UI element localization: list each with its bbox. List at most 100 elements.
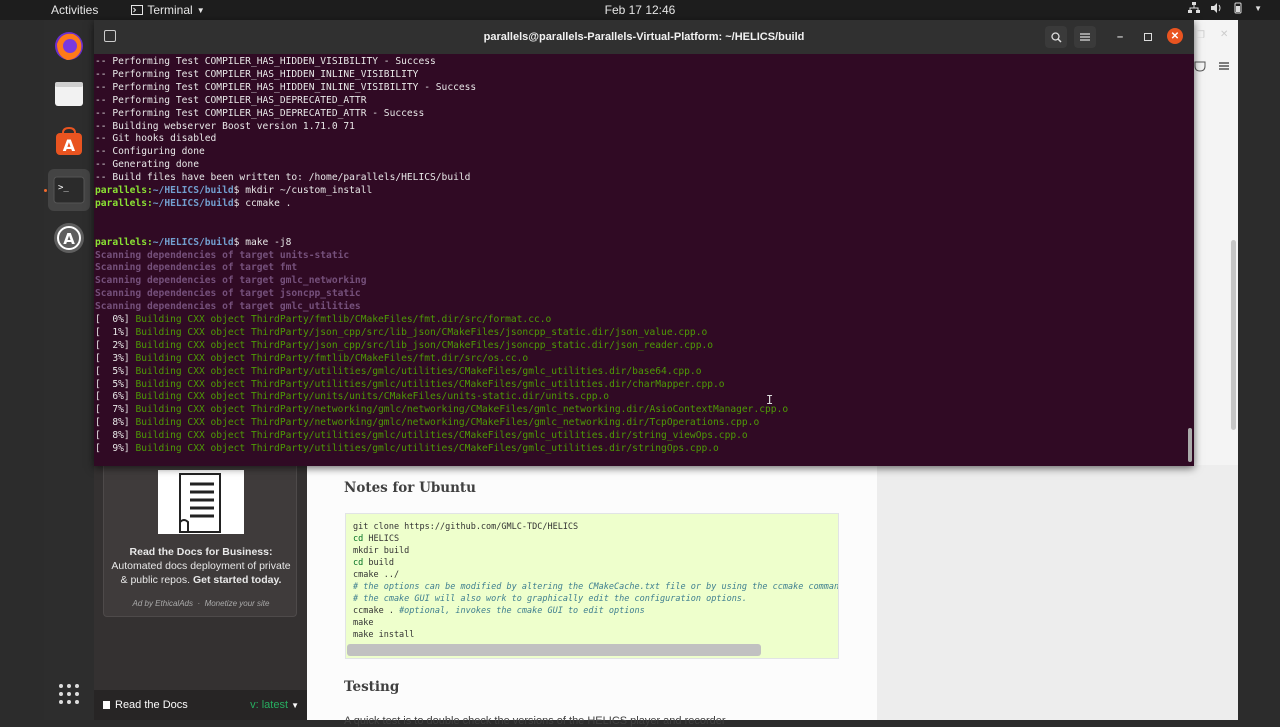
output-text: -- Generating done	[95, 159, 199, 171]
terminal-launcher[interactable]: >_	[44, 169, 90, 211]
activities-button[interactable]: Activities	[51, 3, 98, 17]
ad-cta[interactable]: Get started today.	[193, 574, 282, 586]
build-percent: [ 0%]	[95, 314, 136, 325]
terminal-icon: >_	[53, 176, 85, 204]
terminal-output[interactable]: -- Performing Test COMPILER_HAS_HIDDEN_V…	[95, 54, 1185, 464]
terminal-line: -- Performing Test COMPILER_HAS_DEPRECAT…	[95, 94, 366, 107]
prompt-path: ~/HELICS/build	[152, 185, 234, 196]
app-menu[interactable]: Terminal ▼	[131, 3, 205, 17]
firefox-launcher[interactable]	[48, 25, 90, 67]
terminal-scrollbar[interactable]	[1188, 428, 1192, 462]
build-line: [ 5%] Building CXX object ThirdParty/uti…	[95, 365, 701, 378]
prompt-user: parallels:	[95, 236, 153, 248]
code-line: ccmake . #optional, invokes the cmake GU…	[353, 606, 645, 616]
code-keyword: cd	[353, 534, 364, 544]
terminal-line: -- Generating done	[95, 158, 199, 171]
pocket-icon[interactable]	[1194, 60, 1206, 72]
build-text: Building CXX object ThirdParty/networkin…	[135, 417, 760, 429]
code-line: cd build	[353, 558, 394, 568]
output-text: -- Git hooks disabled	[95, 133, 217, 145]
code-line: git clone https://github.com/GMLC-TDC/HE…	[353, 522, 579, 532]
terminal-headerbar[interactable]: parallels@parallels-Parallels-Virtual-Pl…	[94, 20, 1194, 54]
scan-text: Scanning dependencies of target jsoncpp_…	[95, 288, 361, 300]
ad-footer: Ad by EthicalAds · Monetize your site	[104, 599, 298, 608]
section-heading-testing: Testing	[344, 679, 400, 695]
chevron-down-icon: ▼	[196, 5, 205, 15]
command-text: $ mkdir ~/custom_install	[233, 185, 373, 196]
build-line: [ 7%] Building CXX object ThirdParty/net…	[95, 403, 788, 416]
ad-by-link[interactable]: Ad by EthicalAds	[133, 599, 193, 608]
monetize-link[interactable]: Monetize your site	[205, 599, 270, 608]
firefox-icon	[55, 32, 83, 60]
terminal-window[interactable]: parallels@parallels-Parallels-Virtual-Pl…	[94, 20, 1194, 466]
code-line: # the cmake GUI will also work to graphi…	[353, 594, 748, 604]
top-bar: Activities Terminal ▼ Feb 17 12:46 ▼	[0, 0, 1280, 20]
build-line: [ 2%] Building CXX object ThirdParty/jso…	[95, 339, 713, 352]
build-line: [ 1%] Building CXX object ThirdParty/jso…	[95, 326, 707, 339]
terminal-line: -- Git hooks disabled	[95, 132, 216, 145]
build-line: [ 8%] Building CXX object ThirdParty/uti…	[95, 429, 748, 442]
battery-icon	[1234, 2, 1242, 14]
build-line: [ 6%] Building CXX object ThirdParty/uni…	[95, 390, 609, 403]
rtd-version-footer[interactable]: Read the Docs v: latest ▼	[94, 690, 307, 720]
show-applications-button[interactable]	[48, 673, 90, 715]
build-text: Building CXX object ThirdParty/networkin…	[135, 404, 789, 416]
svg-text:A: A	[63, 136, 76, 155]
svg-text:>_: >_	[58, 183, 69, 193]
apps-grid-icon	[59, 684, 79, 704]
running-indicator	[44, 189, 47, 192]
build-percent: [ 1%]	[95, 326, 136, 338]
browser-restore-icon[interactable]: ❐	[1196, 30, 1205, 41]
menu-button[interactable]	[1074, 26, 1096, 48]
code-block[interactable]: git clone https://github.com/GMLC-TDC/HE…	[345, 513, 839, 659]
maximize-button[interactable]	[1137, 26, 1159, 48]
software-launcher[interactable]: A	[48, 121, 90, 163]
search-icon	[1050, 31, 1062, 43]
terminal-line: -- Performing Test COMPILER_HAS_HIDDEN_I…	[95, 68, 418, 81]
close-button[interactable]: ✕	[1167, 28, 1183, 44]
terminal-icon	[131, 5, 144, 15]
minimize-icon: –	[1116, 31, 1124, 43]
hamburger-icon	[1080, 33, 1090, 41]
minimize-button[interactable]: –	[1109, 26, 1131, 48]
scan-line: Scanning dependencies of target gmlc_net…	[95, 274, 366, 287]
build-text: Building CXX object ThirdParty/utilities…	[135, 378, 725, 390]
browser-scrollbar[interactable]	[1231, 240, 1236, 430]
output-text: -- Build files have been written to: /ho…	[95, 172, 471, 184]
menu-icon[interactable]	[1218, 60, 1230, 72]
output-text: -- Configuring done	[95, 146, 205, 158]
software-icon: A	[56, 127, 82, 155]
scan-line: Scanning dependencies of target jsoncpp_…	[95, 287, 361, 300]
prompt-line: parallels:~/HELICS/build$ mkdir ~/custom…	[95, 184, 372, 197]
prompt-path: ~/HELICS/build	[152, 236, 234, 248]
scan-text: Scanning dependencies of target units-st…	[95, 249, 350, 261]
ad-text: Read the Docs for Business: Automated do…	[108, 545, 294, 587]
code-scrollbar[interactable]	[347, 644, 761, 656]
build-line: [ 9%] Building CXX object ThirdParty/uti…	[95, 442, 719, 455]
browser-close-icon[interactable]: ✕	[1220, 29, 1228, 40]
ad-title: Read the Docs for Business:	[129, 546, 273, 558]
prompt-user: parallels:	[95, 197, 153, 209]
build-percent: [ 8%]	[95, 430, 136, 442]
output-text: -- Performing Test COMPILER_HAS_HIDDEN_I…	[95, 68, 419, 80]
ad-footer-separator: ·	[197, 599, 201, 608]
output-text: -- Performing Test COMPILER_HAS_HIDDEN_I…	[95, 81, 477, 93]
build-percent: [ 5%]	[95, 365, 136, 377]
software-updater-launcher[interactable]: A	[48, 217, 90, 259]
browser-toolbar-right	[1194, 54, 1238, 78]
book-icon	[103, 701, 110, 709]
search-button[interactable]	[1045, 26, 1067, 48]
files-launcher[interactable]	[48, 73, 90, 115]
build-percent: [ 5%]	[95, 378, 136, 390]
prompt-line: parallels:~/HELICS/build$ ccmake .	[95, 197, 291, 210]
version-selector[interactable]: v: latest ▼	[250, 699, 299, 711]
scan-line: Scanning dependencies of target fmt	[95, 261, 297, 274]
build-text: Building CXX object ThirdParty/fmtlib/CM…	[135, 314, 552, 325]
prompt-path: ~/HELICS/build	[152, 197, 234, 209]
code-line: make	[353, 618, 374, 628]
build-percent: [ 6%]	[95, 391, 136, 403]
ad-box[interactable]: Read the Docs for Business: Automated do…	[103, 465, 297, 617]
command-text: $ make -j8	[233, 236, 292, 248]
code-keyword: cd	[353, 558, 364, 568]
system-tray[interactable]: ▼	[1188, 2, 1262, 14]
